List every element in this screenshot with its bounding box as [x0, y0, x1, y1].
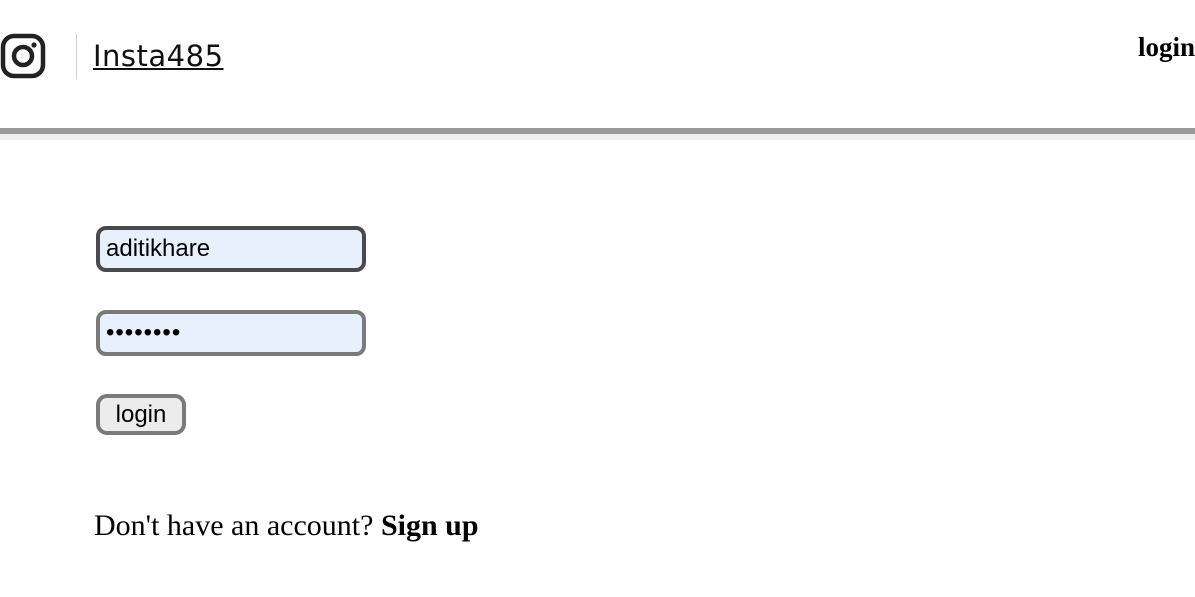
username-input[interactable]	[96, 226, 366, 272]
logo-divider	[76, 34, 77, 79]
brand-name[interactable]: Insta485	[93, 36, 224, 76]
instagram-icon[interactable]	[0, 33, 46, 79]
login-button[interactable]: login	[96, 394, 186, 435]
signup-link[interactable]: Sign up	[381, 509, 479, 542]
nav-login-link[interactable]: login	[1138, 30, 1195, 64]
header-divider-shadow	[0, 134, 1195, 140]
password-input[interactable]	[96, 310, 366, 356]
signup-prompt-line: Don't have an account? Sign up	[94, 508, 479, 544]
site-header: Insta485 login	[0, 0, 1195, 128]
signup-prompt: Don't have an account?	[94, 509, 374, 542]
